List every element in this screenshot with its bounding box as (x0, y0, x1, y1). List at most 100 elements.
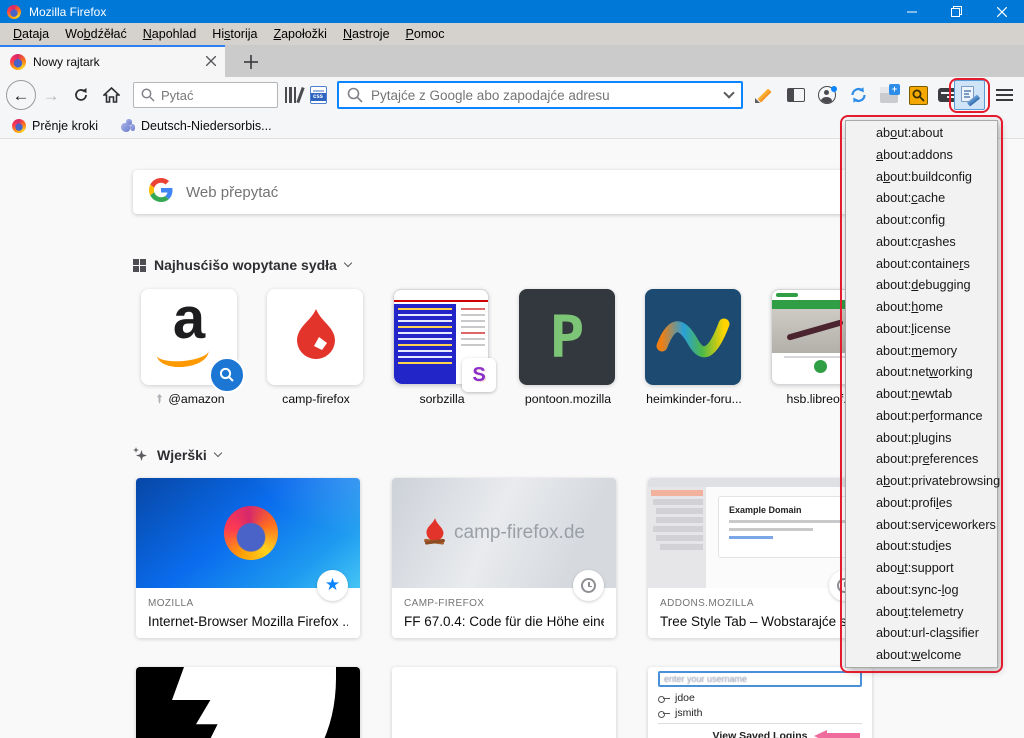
about-menu-item-about-license[interactable]: about:license (846, 319, 997, 341)
account-button[interactable] (815, 83, 839, 107)
pin-icon (157, 394, 163, 404)
username-input-screenshot: enter your username (658, 671, 862, 687)
about-menu-item-about-debugging[interactable]: about:debugging (846, 275, 997, 297)
menu-nastroje[interactable]: Nastroje (335, 23, 398, 45)
topsite-label-amazon: @amazon (126, 392, 254, 406)
about-menu-item-about-addons[interactable]: about:addons (846, 145, 997, 167)
about-menu-item-about-telemetry[interactable]: about:telemetry (846, 602, 997, 624)
topsite-heimkinder[interactable] (645, 289, 741, 385)
topsite-amazon[interactable]: a (141, 289, 245, 393)
topsite-camp-firefox[interactable] (267, 289, 363, 385)
about-menu-item-about-cache[interactable]: about:cache (846, 188, 997, 210)
about-pages-menu-button[interactable] (954, 80, 985, 110)
highlighter-extension-button[interactable] (752, 83, 776, 107)
annotation-arrow-icon (814, 730, 860, 738)
library-button[interactable] (281, 83, 305, 107)
tab-new-tab[interactable]: Nowy rajtark (0, 45, 225, 77)
new-tab-button[interactable] (237, 49, 265, 75)
orange-search-icon (908, 85, 928, 105)
search-shortcut-badge-icon (209, 357, 245, 393)
google-logo-icon (149, 177, 173, 207)
highlight-card-treestyletab[interactable]: Example Domain ADDONS.MOZILLA Tree Style… (648, 478, 872, 638)
menu-pomoc[interactable]: Pomoc (398, 23, 453, 45)
about-menu-item-about-plugins[interactable]: about:plugins (846, 428, 997, 450)
tab-close-icon[interactable] (205, 53, 217, 71)
highlight-card-bottom-2[interactable] (392, 667, 616, 738)
menu-historija[interactable]: Historija (204, 23, 265, 45)
bookmark-label: Deutsch-Niedersorbis... (141, 118, 272, 133)
about-pages-dropdown: about:about about:addons about:buildconfig… (845, 120, 1000, 668)
about-menu-item-about-about[interactable]: about:about (846, 123, 997, 145)
menu-zapo-o-ki[interactable]: Zapołožki (265, 23, 335, 45)
highlight-card-mozilla[interactable]: ★ MOZILLA Internet-Browser Mozilla Firef… (136, 478, 360, 638)
firefox-logo-icon (7, 4, 21, 19)
about-menu-item-about-profiles[interactable]: about:profiles (846, 493, 997, 515)
key-icon (658, 710, 670, 718)
chevron-down-icon[interactable] (343, 258, 353, 268)
about-menu-item-about-memory[interactable]: about:memory (846, 341, 997, 363)
bookmark-firstrun[interactable]: Prěnje kroki (12, 118, 98, 133)
card-source: CAMP-FIREFOX (404, 598, 485, 609)
bookmark-star-badge: ★ (317, 570, 348, 601)
about-menu-item-about-studies[interactable]: about:studies (846, 536, 997, 558)
add-screenshot-icon: + (880, 84, 900, 103)
highlight-card-logins[interactable]: enter your username jdoe jsmith View Sav… (648, 667, 872, 738)
screenshot-extension-button[interactable]: + (877, 83, 901, 107)
about-menu-item-about-performance[interactable]: about:performance (846, 406, 997, 428)
about-menu-item-about-buildconfig[interactable]: about:buildconfig (846, 167, 997, 189)
about-menu-item-about-crashes[interactable]: about:crashes (846, 232, 997, 254)
highlight-card-bottom-1[interactable] (136, 667, 360, 738)
urlbar[interactable]: Pytajće z Google abo zapodajće adresu (337, 81, 743, 109)
sidebar-toggle-button[interactable] (784, 83, 808, 107)
back-button[interactable]: ← (6, 80, 36, 110)
about-menu-item-about-preferences[interactable]: about:preferences (846, 449, 997, 471)
search-extension-button[interactable] (906, 83, 930, 107)
about-menu-item-about-serviceworkers[interactable]: about:serviceworkers (846, 515, 997, 537)
card-source: MOZILLA (148, 598, 194, 609)
reload-button[interactable] (66, 80, 96, 110)
card-title: Internet-Browser Mozilla Firefox ... (148, 614, 348, 629)
card-image-saved-logins: enter your username jdoe jsmith View Sav… (648, 667, 872, 738)
about-menu-item-about-networking[interactable]: about:networking (846, 362, 997, 384)
card-source: ADDONS.MOZILLA (660, 598, 754, 609)
about-menu-item-about-containers[interactable]: about:containers (846, 254, 997, 276)
sidebar-icon (787, 88, 805, 102)
about-menu-item-about-newtab[interactable]: about:newtab (846, 384, 997, 406)
app-menu-button[interactable] (996, 86, 1013, 104)
about-menu-item-about-sync-log[interactable]: about:sync-log (846, 580, 997, 602)
urlbar-dropdown-chevron-icon[interactable] (723, 87, 735, 99)
home-button[interactable] (96, 80, 126, 110)
grid-icon (133, 258, 146, 272)
topsite-sorbzilla[interactable]: S (393, 289, 496, 392)
highlights-title: Wjerški (157, 447, 207, 463)
css-extension-button[interactable]: css (306, 83, 330, 107)
menu-wobd-a[interactable]: Wobdźěłać (57, 23, 135, 45)
newtab-search-placeholder: Web přepytać (186, 183, 279, 201)
about-menu-item-about-support[interactable]: about:support (846, 558, 997, 580)
topsite-pontoon[interactable]: P (519, 289, 615, 385)
newtab-search-box[interactable]: Web přepytać (133, 170, 891, 214)
minimize-button[interactable] (889, 0, 934, 23)
chevron-down-icon[interactable] (213, 448, 223, 458)
about-menu-item-about-home[interactable]: about:home (846, 297, 997, 319)
library-icon (284, 87, 305, 103)
about-menu-item-about-config[interactable]: about:config (846, 210, 997, 232)
close-button[interactable] (979, 0, 1024, 23)
sync-button[interactable] (846, 83, 870, 107)
about-menu-item-about-privatebrowsing[interactable]: about:privatebrowsing (846, 471, 1000, 493)
home-icon (102, 87, 120, 103)
wave-logo (656, 318, 730, 358)
document-pen-icon (960, 86, 980, 107)
highlight-card-campfirefox[interactable]: camp-firefox.de CAMP-FIREFOX FF 67.0.4: … (392, 478, 616, 638)
forward-button[interactable]: → (36, 80, 66, 110)
toolbar-search-field[interactable]: Pytać (133, 82, 278, 108)
about-menu-item-about-welcome[interactable]: about:welcome (846, 645, 997, 667)
bookmark-dictionary[interactable]: Deutsch-Niedersorbis... (120, 118, 272, 133)
menu-napohlad[interactable]: Napohlad (135, 23, 205, 45)
about-menu-item-about-url-classifier[interactable]: about:url-classifier (846, 623, 997, 645)
search-icon (141, 88, 155, 102)
menu-dataja[interactable]: Dataja (5, 23, 57, 45)
restore-button[interactable] (934, 0, 979, 23)
card-image-black-logo (136, 667, 360, 738)
card-title: Tree Style Tab – Wobstarajće sej ro (660, 614, 860, 629)
